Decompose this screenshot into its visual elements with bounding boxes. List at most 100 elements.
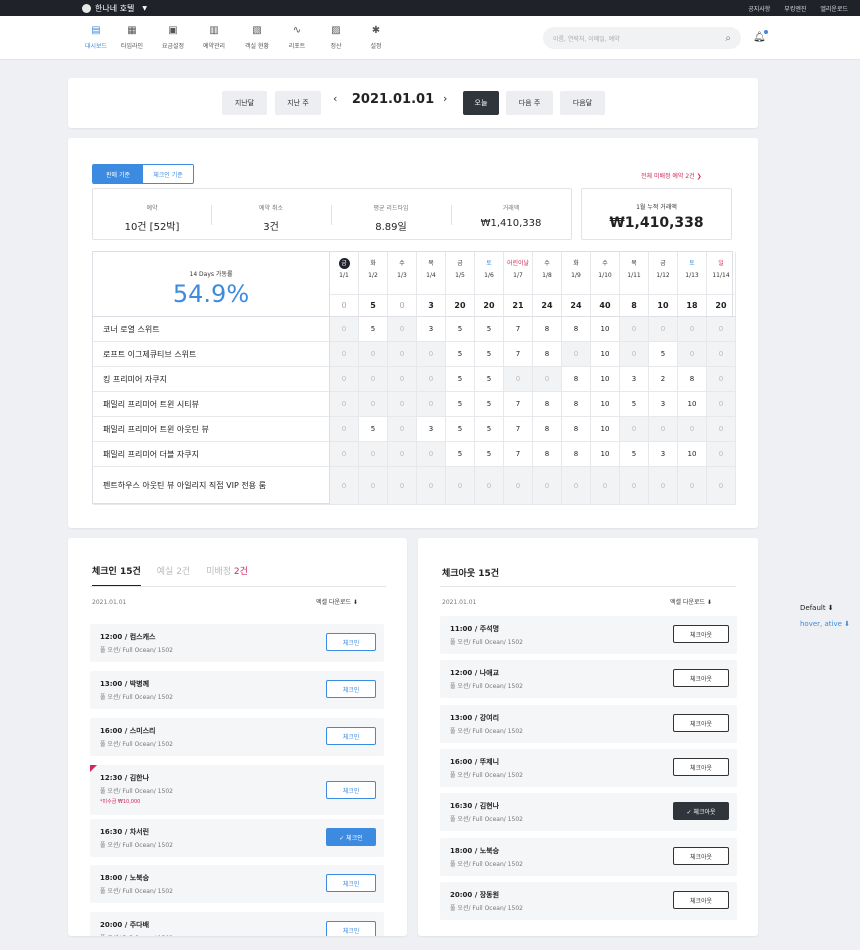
hotel-switcher[interactable]: 한나네 호텔 ▼ [82,3,147,14]
grid-cell: 7 [504,392,533,417]
grid-cell: 0 [330,392,359,417]
checkin-button[interactable]: 체크인 [326,781,376,799]
search-icon[interactable]: ⌕ [725,33,731,44]
nav-item-timeline[interactable]: ▦ 타임라인 [114,25,150,50]
nav-label: 리포트 [288,43,306,50]
grid-cell: 3 [417,317,446,342]
nav-item-room[interactable]: ▧ 객실 현황 [239,25,275,50]
checkout-button[interactable]: 체크아웃 [673,669,729,687]
room-type-name: 패밀리 프리미어 트윈 아웃틴 뷰 [93,417,330,442]
day-total: 20 [446,294,474,316]
search-input[interactable]: 이름, 연락처, 이메일, 예약 ⌕ [543,27,741,49]
grid-cell: 0 [591,467,620,505]
grid-cell: 5 [475,367,504,392]
grid-cell: 0 [649,317,678,342]
prev-month-button[interactable]: 지난달 [222,91,267,115]
nav-item-report[interactable]: ∿ 리포트 [279,25,315,50]
checkout-list-item: 18:00 / 노북승 풀 오션/ Full Ocean/ 1502 체크아웃 [440,838,737,876]
grid-cell: 7 [504,342,533,367]
day-total: 18 [678,294,706,316]
next-week-button[interactable]: 다음 주 [506,91,553,115]
checkout-card: 체크아웃 15건 2021.01.01 엑셀 다운로드 ⬇ 11:00 / 주석… [418,538,758,936]
checkin-button[interactable]: 체크인 [326,633,376,651]
checkin-list-item: 13:00 / 박병께 풀 오션/ Full Ocean/ 1502 체크인 [90,671,384,709]
grid-cell: 0 [388,342,417,367]
prev-week-button[interactable]: 지난 주 [275,91,321,115]
grid-cell: 0 [620,317,649,342]
guest-time-name: 16:00 / 뚜제니 [450,758,500,766]
day-column-header: 수 1/10 40 [591,252,620,317]
nav-item-calendar[interactable]: ▥ 예약관리 [196,25,232,50]
grid-cell: 0 [620,417,649,442]
grid-cell: 0 [533,467,562,505]
checkin-button[interactable]: 체크인 [326,727,376,745]
date-navigator: 지난달 지난 주 ‹ 2021.01.01 › 오늘 다음 주 다음달 [68,78,758,128]
summary-stats: 예약 10건 [52박] 예약 취소 3건 평균 리드타임 8.89일 거래액 … [92,188,572,240]
next-month-button[interactable]: 다음달 [560,91,605,115]
guest-time-name: 18:00 / 노북승 [450,847,500,855]
settlement-icon: ▨ [331,25,341,36]
current-date: 2021.01.01 [351,92,435,107]
grid-cell: 8 [533,392,562,417]
grid-cell: 0 [388,442,417,467]
day-column-header: 토 1/13 18 [678,252,707,317]
booking-engine-link[interactable]: 부킹엔진 [784,4,806,13]
tab-checkin[interactable]: 체크인 15건 [92,564,141,587]
sales-basis-tab[interactable]: 판매 기준 [93,165,143,183]
checkout-button[interactable]: 체크아웃 [673,625,729,643]
grid-cell: 0 [533,367,562,392]
room-info: 풀 오션/ Full Ocean/ 1502 [100,888,173,895]
grid-cell: 8 [562,317,591,342]
grid-cell: 10 [591,367,620,392]
checkin-button[interactable]: 체크인 [326,680,376,698]
nav-item-settlement[interactable]: ▨ 정산 [318,25,354,50]
tab-unassigned[interactable]: 미배정 2건 [206,564,248,587]
day-column-header: 토 1/6 20 [475,252,504,317]
nav-item-rate[interactable]: ▣ 요금설정 [155,25,191,50]
excel-download-link[interactable]: 엑셀 다운로드 ⬇ [670,597,712,606]
excel-download-link[interactable]: 엑셀 다운로드 ⬇ [316,597,358,606]
notification-bell-icon[interactable]: 🔔︎ [753,32,766,43]
checkout-button[interactable]: ✓ 체크아웃 [673,802,729,820]
checkout-button[interactable]: 체크아웃 [673,714,729,732]
grid-cell: 0 [504,367,533,392]
stat-value: 3건 [263,222,279,233]
chevron-right-icon[interactable]: › [443,92,447,105]
grid-cell: 8 [533,317,562,342]
day-of-week: 수 [399,260,405,267]
checkout-button[interactable]: 체크아웃 [673,891,729,909]
grid-cell: 0 [707,392,736,417]
checkin-basis-tab[interactable]: 체크인 기준 [143,165,193,183]
stat-label: 예약 [146,205,158,212]
checkout-list-item: 13:00 / 강여리 풀 오션/ Full Ocean/ 1502 체크아웃 [440,705,737,743]
grid-cell: 5 [446,442,475,467]
checkin-button[interactable]: 체크인 [326,921,376,936]
stat-value: 8.89일 [375,222,407,233]
day-of-week: 토 [689,260,695,267]
grid-cell: 0 [562,342,591,367]
checkout-title: 체크아웃 15건 [442,569,500,579]
grid-cell: 0 [388,367,417,392]
checkout-button[interactable]: 체크아웃 [673,758,729,776]
checkin-button[interactable]: ✓ 체크인 [326,828,376,846]
cumulative-label: 1월 누적 거래액 [636,204,677,211]
download-link[interactable]: 엘리운로드 [820,4,848,13]
grid-cell: 5 [475,317,504,342]
checkin-button[interactable]: 체크인 [326,874,376,892]
room-info: 풀 오션/ Full Ocean/ 1502 [100,788,173,795]
chevron-left-icon[interactable]: ‹ [333,92,337,105]
stat-reservations: 예약 10건 [52박] [93,189,211,241]
today-button[interactable]: 오늘 [463,91,499,115]
caret-down-icon: ▼ [142,4,147,12]
nav-item-dashboard[interactable]: ▤ 대시보드 [78,25,114,50]
hotel-logo-icon [82,3,91,13]
notice-link[interactable]: 공지사항 [748,4,770,13]
grid-cell: 5 [475,342,504,367]
day-of-week: 수 [544,260,550,267]
unassigned-reservations-link[interactable]: 전체 미배정 예약 2건 ❯ [641,171,702,180]
room-type-name: 킹 프리미어 자쿠지 [93,367,330,392]
checkout-button[interactable]: 체크아웃 [673,847,729,865]
tab-count: 2건 [233,567,248,577]
nav-item-settings[interactable]: ✱ 설정 [358,25,394,50]
tab-no-show[interactable]: 예실 2건 [157,564,190,587]
